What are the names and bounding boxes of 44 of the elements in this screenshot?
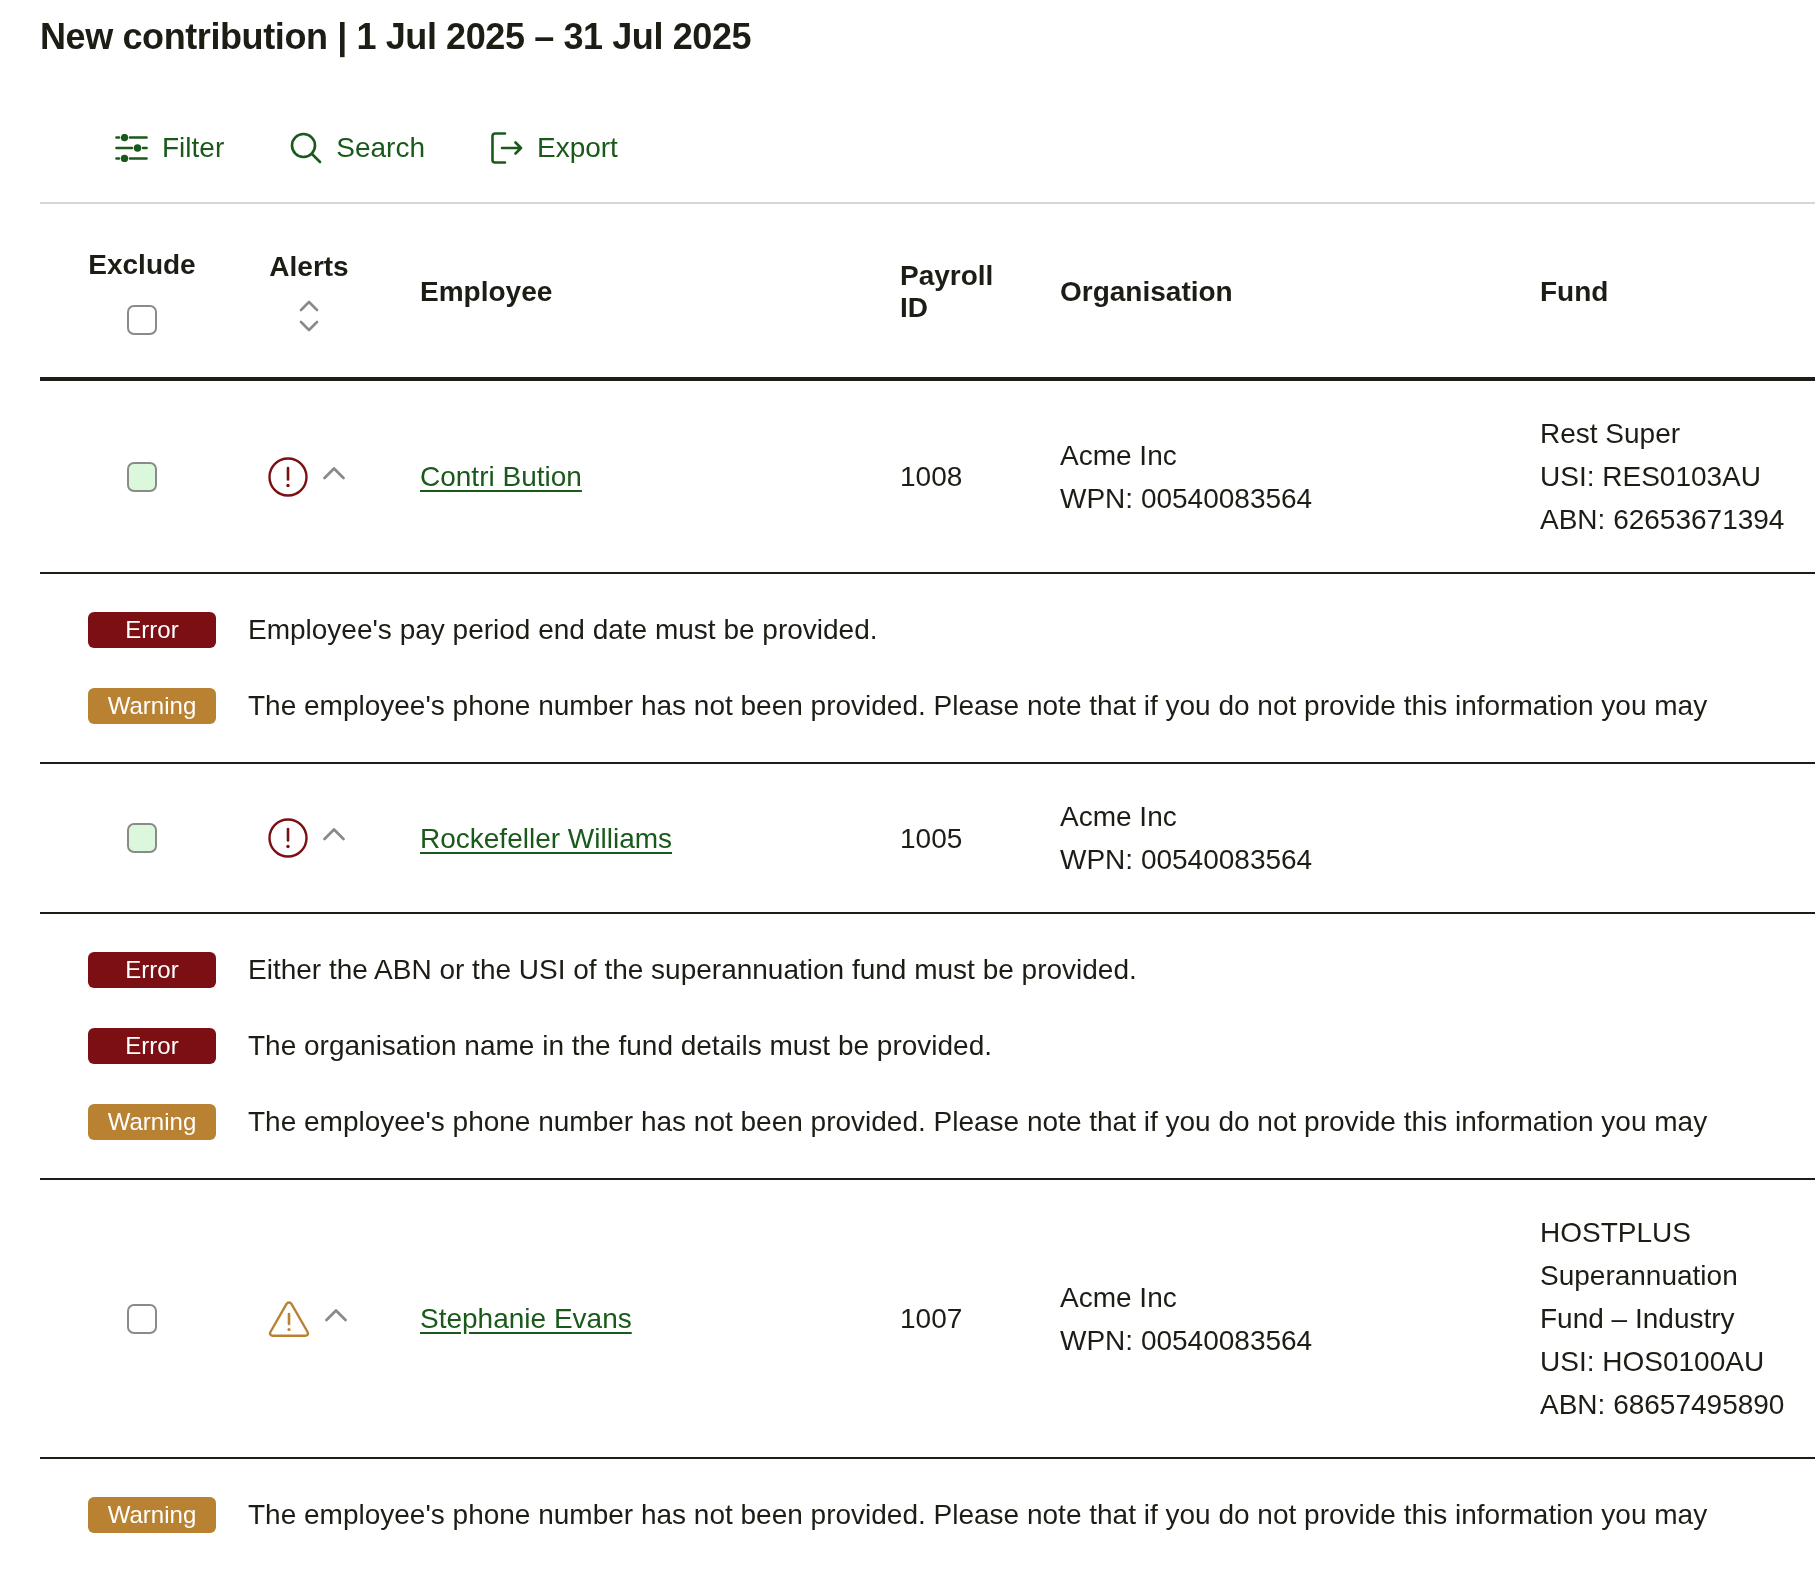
alert-badge: Error [88, 952, 216, 988]
sort-icon[interactable] [298, 299, 320, 333]
table-cell-text: Rest Super USI: RES0103AU ABN: 62653671394 [1540, 417, 1785, 537]
alert-message: Either the ABN or the USI of the superannuation fund must be provided. [248, 953, 1137, 987]
table-cell-text: 1005 [900, 821, 963, 856]
select-all-checkbox[interactable] [127, 305, 157, 335]
column-header: Payroll ID [900, 260, 995, 324]
column-header: Exclude [88, 249, 196, 281]
alert-message: Employee's pay period end date must be provided. [248, 613, 878, 647]
search-button[interactable]: Search [290, 128, 425, 168]
employee-link[interactable]: Rockefeller Williams [420, 816, 673, 860]
page-title: New contribution | 1 Jul 2025 – 31 Jul 2025 [40, 16, 752, 58]
search-icon [290, 132, 323, 164]
collapse-chevron-button[interactable] [322, 827, 346, 841]
table-cell-text: 1008 [900, 460, 963, 494]
export-button[interactable]: Export [490, 128, 618, 168]
exclude-checkbox[interactable] [127, 1303, 157, 1334]
alert-message: The organisation name in the fund details must be provided. [248, 1029, 992, 1063]
alert-badge: Warning [88, 1104, 216, 1140]
table-cell-text: HOSTPLUS Superannuation Fund – Industry USI: HOS0100AU ABN: 68657495890 [1540, 1216, 1785, 1422]
exclude-checkbox[interactable] [127, 461, 157, 492]
table-cell-text: 1007 [900, 1302, 963, 1336]
alert-badge: Error [88, 612, 216, 648]
alert-message: The employee's phone number has not been provided. Please note that if you do not provide this information you may [248, 689, 1708, 723]
collapse-chevron-button[interactable] [324, 1307, 348, 1322]
alert-badge: Warning [88, 1497, 216, 1533]
table-cell-text: Acme Inc WPN: 00540083564 [1060, 1280, 1313, 1358]
collapse-chevron-button[interactable] [322, 465, 346, 480]
table-cell-text: Acme Inc WPN: 00540083564 [1060, 800, 1313, 877]
column-header: Fund [1540, 276, 1609, 308]
column-header: Alerts [269, 251, 349, 283]
table-cell-text: Acme Inc WPN: 00540083564 [1060, 438, 1313, 516]
filter-icon [115, 134, 148, 162]
alert-message: The employee's phone number has not been provided. Please note that if you do not provide this information you may [248, 1105, 1708, 1139]
column-header: Employee [420, 276, 553, 308]
column-header: Organisation [1060, 276, 1233, 308]
alert-badge: Error [88, 1028, 216, 1064]
export-icon [490, 132, 523, 164]
exclude-checkbox[interactable] [127, 823, 157, 853]
alert-message: The employee's phone number has not been provided. Please note that if you do not provide this information you may [248, 1498, 1708, 1532]
employee-link[interactable]: Contri Bution [420, 455, 582, 498]
employee-link[interactable]: Stephanie Evans [420, 1297, 632, 1340]
filter-button[interactable]: Filter [115, 128, 225, 168]
alert-badge: Warning [88, 688, 216, 724]
